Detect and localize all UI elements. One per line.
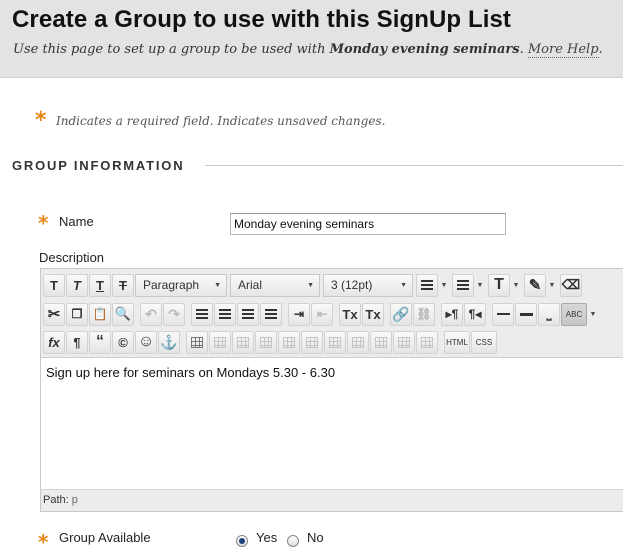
undo-icon[interactable]: ↶ [140, 302, 162, 326]
subscript-button[interactable]: Tx [362, 302, 384, 326]
copyright-button[interactable]: © [112, 330, 134, 354]
chevron-down-icon: ▼ [214, 281, 221, 289]
insert-table-icon[interactable] [186, 330, 208, 354]
horizontal-rule-icon[interactable] [492, 302, 514, 326]
subtitle-prefix: Use this page to set up a group to be us… [13, 42, 330, 57]
anchor-button[interactable]: ⚓ [158, 330, 180, 354]
copy-icon[interactable]: ❐ [66, 302, 88, 326]
table-row-props-icon[interactable] [209, 330, 231, 354]
description-editor: T T T T Paragraph ▼ Arial ▼ 3 (12pt) ▼ ▼ ▼ … [40, 268, 623, 512]
text-color-button[interactable]: T [488, 273, 510, 297]
paragraph-format-value: Paragraph [143, 278, 200, 292]
group-available-label: Group Available [59, 530, 151, 545]
indent-icon[interactable]: ⇥ [288, 302, 310, 326]
underline-button[interactable]: T [89, 273, 111, 297]
subtitle-suffix: . [519, 42, 528, 57]
insert-row-before-icon[interactable] [255, 330, 277, 354]
align-right-icon[interactable] [237, 302, 259, 326]
page-subtitle: Use this page to set up a group to be us… [13, 42, 603, 58]
spellcheck-button[interactable]: ABC [561, 302, 587, 326]
editor-toolbar: T T T T Paragraph ▼ Arial ▼ 3 (12pt) ▼ ▼ ▼ … [41, 269, 623, 358]
page-title: Create a Group to use with this SignUp L… [12, 6, 512, 33]
split-cells-icon[interactable] [393, 330, 415, 354]
chevron-down-icon[interactable]: ▼ [511, 274, 521, 297]
align-center-icon[interactable] [214, 302, 236, 326]
link-icon[interactable]: 🔗 [390, 302, 412, 326]
subtitle-list-name: Monday evening seminars [329, 42, 520, 57]
redo-icon[interactable]: ↷ [163, 302, 185, 326]
ltr-paragraph-icon[interactable]: ▸¶ [441, 302, 463, 326]
delete-row-icon[interactable] [301, 330, 323, 354]
eraser-icon[interactable]: ⌫ [560, 273, 582, 297]
merge-cells-icon[interactable] [416, 330, 438, 354]
bullet-list-icon[interactable] [416, 273, 438, 297]
subtitle-end: . [598, 42, 603, 57]
table-cell-props-icon[interactable] [232, 330, 254, 354]
align-justify-icon[interactable] [260, 302, 282, 326]
superscript-button[interactable]: Tx [339, 302, 361, 326]
chevron-down-icon: ▼ [307, 281, 314, 289]
group-available-no-radio[interactable] [287, 535, 299, 547]
paragraph-mark-button[interactable]: ¶ [66, 330, 88, 354]
chevron-down-icon: ▼ [400, 281, 407, 289]
editor-content[interactable]: Sign up here for seminars on Mondays 5.3… [46, 365, 335, 380]
math-editor-button[interactable]: fx [43, 330, 65, 354]
editor-path-bar: Path: p [41, 489, 623, 511]
thick-rule-icon[interactable] [515, 302, 537, 326]
required-field-note: * Indicates a required field. Indicates … [35, 108, 386, 133]
paragraph-format-select[interactable]: Paragraph ▼ [135, 273, 227, 297]
insert-col-after-icon[interactable] [347, 330, 369, 354]
font-size-value: 3 (12pt) [331, 278, 373, 292]
path-value[interactable]: p [72, 494, 78, 506]
group-available-yes-radio[interactable] [236, 535, 248, 547]
name-input[interactable] [230, 213, 506, 235]
find-icon[interactable]: 🔍 [112, 302, 134, 326]
spellcheck-label: ABC [565, 309, 583, 319]
html-source-button[interactable]: HTML [444, 330, 470, 354]
description-label: Description [39, 250, 105, 265]
cut-icon[interactable]: ✂ [43, 302, 65, 326]
nonbreaking-space-icon[interactable]: ⎵ [538, 302, 560, 326]
paste-icon[interactable]: 📋 [89, 302, 111, 326]
group-available-no-label[interactable]: No [307, 530, 324, 545]
name-required-star-icon: * [38, 211, 49, 235]
section-title: GROUP INFORMATION [12, 158, 185, 173]
group-available-yes-label[interactable]: Yes [256, 530, 277, 545]
required-star-icon: * [35, 108, 47, 133]
insert-col-before-icon[interactable] [324, 330, 346, 354]
section-divider [205, 165, 623, 166]
rtl-paragraph-icon[interactable]: ¶◂ [464, 302, 486, 326]
delete-col-icon[interactable] [370, 330, 392, 354]
page-header: Create a Group to use with this SignUp L… [0, 0, 623, 78]
group-available-required-star-icon: * [38, 530, 49, 554]
bold-button[interactable]: T [43, 273, 65, 297]
name-label: Name [59, 214, 94, 229]
italic-button[interactable]: T [66, 273, 88, 297]
font-family-value: Arial [238, 278, 263, 292]
font-family-select[interactable]: Arial ▼ [230, 273, 320, 297]
required-note-text: Indicates a required field. Indicates un… [56, 114, 386, 128]
more-help-link[interactable]: More Help [527, 42, 599, 58]
emoticon-button[interactable]: ☺ [135, 330, 157, 354]
highlight-pen-icon[interactable]: ✎ [524, 273, 546, 297]
chevron-down-icon[interactable]: ▼ [475, 274, 485, 297]
insert-row-after-icon[interactable] [278, 330, 300, 354]
chevron-down-icon[interactable]: ▼ [547, 274, 557, 297]
align-left-icon[interactable] [191, 302, 213, 326]
strikethrough-button[interactable]: T [112, 273, 134, 297]
chevron-down-icon[interactable]: ▼ [588, 303, 598, 326]
font-size-select[interactable]: 3 (12pt) ▼ [323, 273, 413, 297]
outdent-icon[interactable]: ⇤ [311, 302, 333, 326]
css-editor-button[interactable]: CSS [471, 330, 497, 354]
chevron-down-icon[interactable]: ▼ [439, 274, 449, 297]
blockquote-button[interactable]: “ [89, 330, 111, 354]
unlink-icon[interactable]: ⛓ [413, 302, 435, 326]
path-label: Path: [43, 494, 69, 506]
numbered-list-icon[interactable] [452, 273, 474, 297]
